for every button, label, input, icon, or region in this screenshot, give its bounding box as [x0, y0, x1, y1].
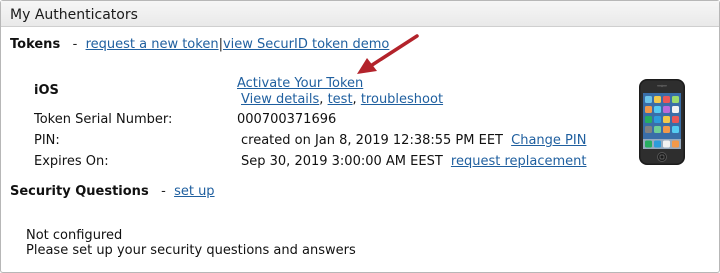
- security-dash: -: [161, 184, 166, 199]
- annotation-arrow-icon: [357, 34, 419, 74]
- expires-value: Sep 30, 2019 3:00:00 AM EEST: [241, 154, 443, 169]
- security-message: Please set up your security questions an…: [26, 243, 356, 258]
- troubleshoot-link[interactable]: troubleshoot: [361, 92, 443, 107]
- authenticators-panel: My Authenticators Tokens - request a new…: [0, 0, 720, 273]
- activate-token-link[interactable]: Activate Your Token: [237, 76, 363, 91]
- comma-separator-1: ,: [319, 92, 324, 107]
- tokens-heading: Tokens: [10, 37, 61, 52]
- tokens-dash: -: [72, 37, 78, 52]
- activate-token-row: Activate Your Token: [237, 76, 363, 91]
- request-replacement-link[interactable]: request replacement: [451, 154, 587, 169]
- expires-row: Sep 30, 2019 3:00:00 AM EEST request rep…: [241, 154, 587, 169]
- view-details-link[interactable]: View details: [241, 92, 319, 107]
- security-status: Not configured: [26, 228, 123, 243]
- smartphone-icon: [639, 79, 685, 165]
- serial-value: 000700371696: [237, 112, 337, 127]
- panel-header: My Authenticators: [1, 1, 719, 27]
- set-up-link[interactable]: set up: [174, 184, 215, 199]
- token-platform-label: iOS: [34, 83, 59, 98]
- comma-separator-2: ,: [352, 92, 357, 107]
- pin-label: PIN:: [34, 133, 60, 148]
- token-actions-row: View details, test, troubleshoot: [241, 92, 443, 107]
- change-pin-link[interactable]: Change PIN: [511, 133, 586, 148]
- security-row: Security Questions - set up: [10, 184, 215, 199]
- expires-label: Expires On:: [34, 154, 109, 169]
- request-new-token-link[interactable]: request a new token: [86, 37, 219, 52]
- panel-title: My Authenticators: [10, 7, 138, 23]
- tokens-row: Tokens - request a new token|view SecurI…: [10, 37, 389, 52]
- serial-label: Token Serial Number:: [34, 112, 173, 127]
- security-heading: Security Questions: [10, 184, 149, 199]
- test-link[interactable]: test: [328, 92, 353, 107]
- pin-row: created on Jan 8, 2019 12:38:55 PM EET C…: [241, 133, 586, 148]
- pin-value: created on Jan 8, 2019 12:38:55 PM EET: [241, 133, 503, 148]
